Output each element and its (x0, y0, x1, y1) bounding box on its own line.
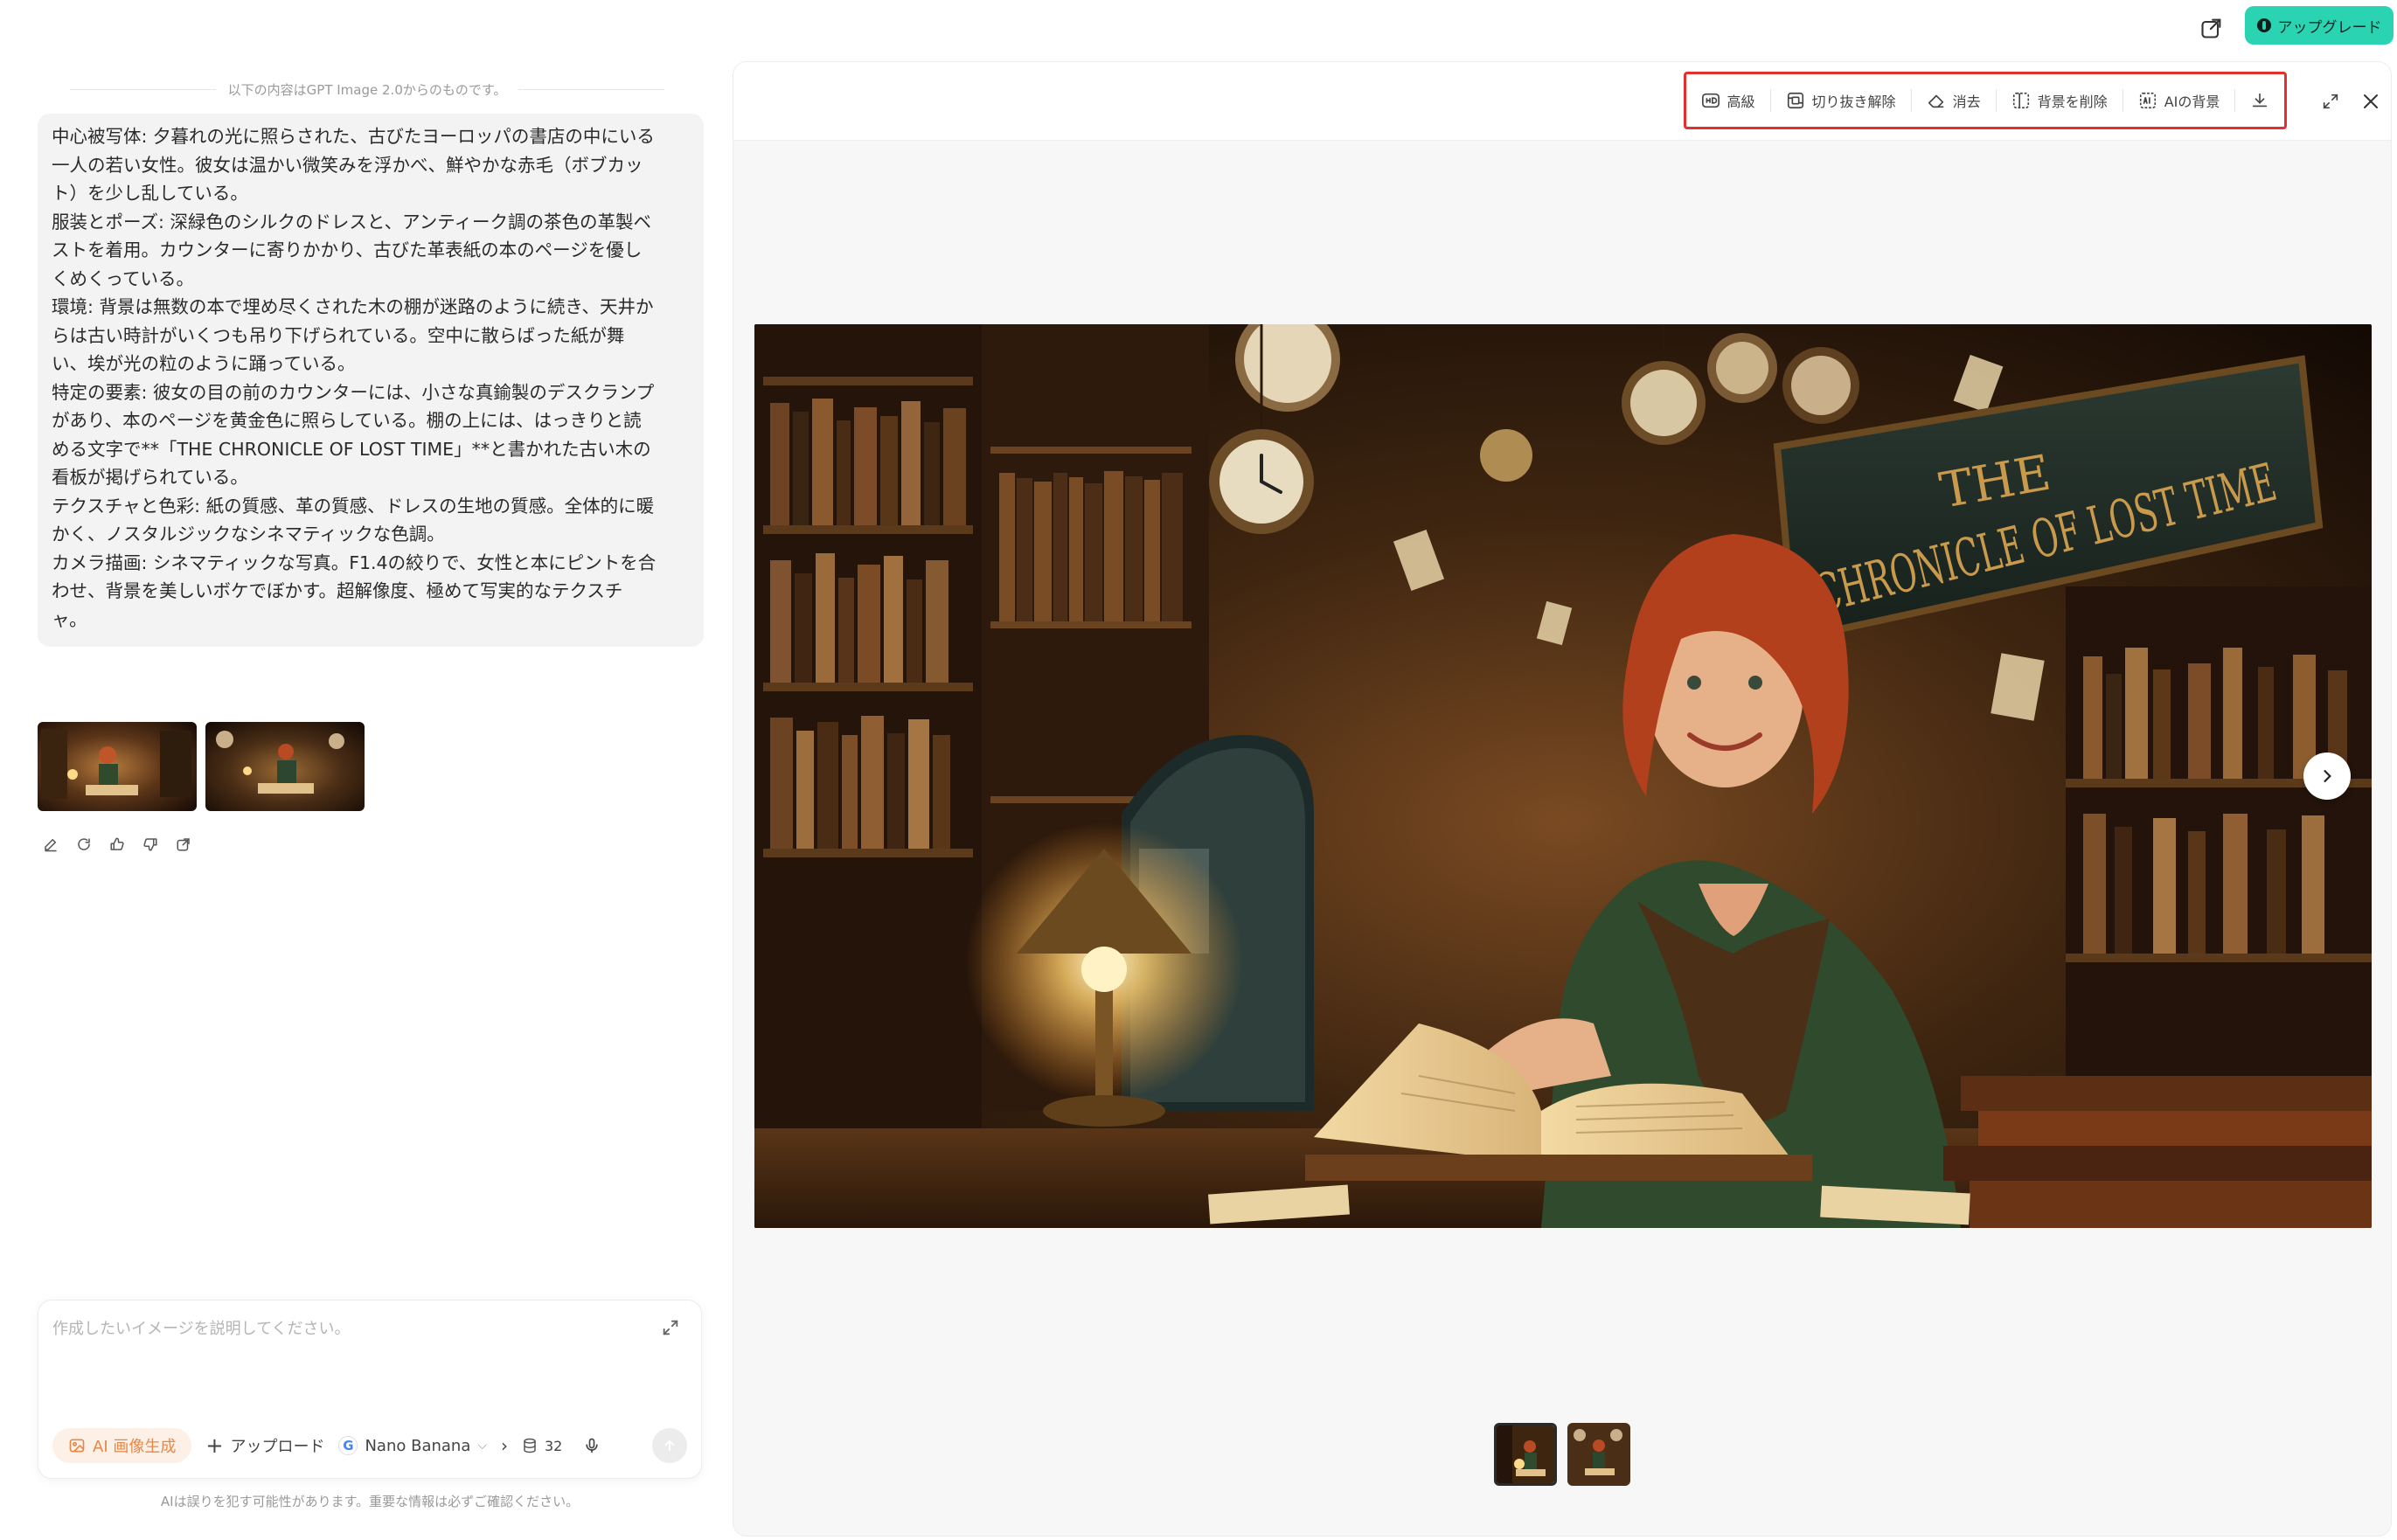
ai-image-generation-label: AI 画像生成 (93, 1438, 177, 1456)
prompt-line: 看板が掲げられている。 (52, 467, 248, 488)
uncrop-icon (1787, 92, 1803, 109)
plus-icon: + (205, 1433, 224, 1458)
ai-background-label: AIの背景 (2164, 94, 2220, 110)
chevron-down-icon: ⌵ (477, 1439, 487, 1453)
fullscreen-icon[interactable] (2317, 88, 2344, 114)
microphone-icon (586, 1438, 599, 1453)
remove-background-button[interactable]: 背景を削除 (2011, 90, 2108, 111)
preview-toolbar: 高級 切り抜き解除 消去 背景を削除 AIの背景 (733, 62, 2391, 141)
message-actions (42, 836, 192, 853)
edit-icon[interactable] (42, 836, 59, 853)
generated-image: THE CHRONICLE OF LOST TIME (754, 324, 2372, 1228)
share-icon[interactable] (2194, 10, 2229, 45)
regenerate-icon[interactable] (75, 836, 93, 853)
image-preview-panel: 高級 切り抜き解除 消去 背景を削除 AIの背景 THE CHRONICLE O… (733, 61, 2392, 1537)
arrow-up-icon (664, 1439, 675, 1452)
upgrade-icon (2256, 18, 2271, 32)
divider (1995, 89, 1997, 112)
thumbnail-1[interactable] (1494, 1423, 1557, 1486)
expand-icon[interactable] (661, 1318, 684, 1341)
prompt-line: カメラ描画: シネマティックな写真。F1.4の絞りで、女性と本にピントを合 (52, 551, 657, 573)
credits-count: 32 (544, 1437, 563, 1454)
divider (1769, 89, 1771, 112)
expand-options-button[interactable]: › (501, 1435, 508, 1456)
send-button[interactable] (652, 1428, 687, 1463)
prompt-line: める文字で**「THE CHRONICLE OF LOST TIME」**と書か… (52, 438, 651, 460)
disclaimer: AIは誤りを犯す可能性があります。重要な情報は必ずご確認ください。 (160, 1494, 580, 1509)
erase-label: 消去 (1952, 94, 1981, 110)
prompt-line: かく、ノスタルジックなシネマティックな色調。 (52, 524, 445, 545)
bookshelf-left (754, 324, 982, 1228)
ai-background-button[interactable]: AIの背景 (2138, 90, 2220, 111)
erase-button[interactable]: 消去 (1927, 90, 1981, 111)
result-thumbnail[interactable] (38, 722, 197, 811)
chat-panel: 以下の内容はGPT Image 2.0からのものです。 中心被写体: 夕暮れの光… (0, 0, 726, 1540)
stacked-books (1943, 1076, 2372, 1228)
prompt-line: くめくっている。 (52, 267, 194, 289)
image-thumbnails (1494, 1423, 1630, 1486)
source-note: 以下の内容はGPT Image 2.0からのものです。 (70, 80, 665, 99)
model-label: Nano Banana (365, 1436, 471, 1455)
upload-label: アップロード (230, 1438, 325, 1456)
prompt-line: ャ。 (52, 608, 87, 630)
share-icon[interactable] (175, 836, 192, 853)
prompt-input[interactable] (52, 1311, 629, 1346)
thumbnail-2[interactable] (1567, 1423, 1630, 1486)
prompt-line: わせ、背景を美しいボケでぼかす。超解像度、極めて写実的なテクスチ (52, 580, 623, 601)
chevron-right-icon: › (500, 1435, 508, 1456)
composer-toolbar: AI 画像生成 + アップロード G Nano Banana ⌵ › 32 (52, 1428, 687, 1463)
divider (2234, 89, 2236, 112)
prompt-line: 特定の要素: 彼女の目の前のカウンターには、小さな真鍮製のデスクランプ (52, 381, 655, 403)
chevron-right-icon (2324, 770, 2331, 782)
microphone-button[interactable] (583, 1437, 601, 1454)
uncrop-button[interactable]: 切り抜き解除 (1786, 90, 1896, 111)
credits-indicator: 32 (522, 1438, 562, 1454)
prompt-line: い、埃が光の粒のように踊っている。 (52, 353, 356, 374)
remove-background-label: 背景を削除 (2037, 94, 2108, 110)
prompt-line: テクスチャと色彩: 紙の質感、革の質感、ドレスの生地の質感。全体的に暖 (52, 495, 655, 517)
remove-background-icon (2012, 92, 2029, 109)
edit-tools-group: 高級 切り抜き解除 消去 背景を削除 AIの背景 (1684, 72, 2287, 129)
model-selector[interactable]: G Nano Banana ⌵ (338, 1436, 487, 1455)
google-logo-icon: G (338, 1436, 358, 1455)
prompt-line: ト）を少し乱している。 (52, 183, 248, 204)
ai-image-generation-button[interactable]: AI 画像生成 (52, 1428, 192, 1463)
hd-icon (1701, 93, 1720, 108)
divider (518, 89, 665, 90)
upgrade-button[interactable]: アップグレード (2245, 6, 2394, 45)
thumbs-up-icon[interactable] (108, 836, 126, 853)
upload-button[interactable]: + アップロード (205, 1434, 324, 1457)
uncrop-label: 切り抜き解除 (1811, 94, 1896, 110)
result-thumbnails (38, 722, 365, 811)
hd-label: 高級 (1727, 94, 1755, 110)
prompt-line: 服装とポーズ: 深緑色のシルクのドレスと、アンティーク調の茶色の革製ベ (52, 211, 652, 232)
eraser-icon (1928, 94, 1943, 108)
database-icon (524, 1438, 536, 1453)
image-icon (69, 1439, 85, 1453)
prompt-message: 中心被写体: 夕暮れの光に照らされた、古びたヨーロッパの書店の中にいる 一人の若… (38, 114, 704, 647)
source-note-text: 以下の内容はGPT Image 2.0からのものです。 (227, 82, 507, 98)
prompt-line: 一人の若い女性。彼女は温かい微笑みを浮かべ、鮮やかな赤毛（ボブカッ (52, 154, 643, 176)
prompt-line: ストを着用。カウンターに寄りかかり、古びた革表紙の本のページを優し (52, 239, 643, 260)
divider (1910, 89, 1912, 112)
upgrade-label: アップグレード (2277, 18, 2382, 37)
close-icon[interactable] (2358, 88, 2384, 114)
prompt-line: があり、本のページを黄金色に照らしている。棚の上には、はっきりと読 (52, 410, 642, 431)
thumbs-down-icon[interactable] (142, 836, 159, 853)
prompt-line: 環境: 背景は無数の本で埋め尽くされた木の棚が迷路のように続き、天井か (52, 296, 654, 317)
prompt-composer: AI 画像生成 + アップロード G Nano Banana ⌵ › 32 (38, 1300, 702, 1479)
hd-button[interactable]: 高級 (1701, 90, 1755, 111)
result-thumbnail[interactable] (205, 722, 365, 811)
next-image-button[interactable] (2303, 753, 2351, 800)
download-button[interactable] (2250, 91, 2269, 110)
divider (70, 89, 216, 90)
prompt-line: らは古い時計がいくつも吊り下げられている。空中に散らばった紙が舞 (52, 324, 625, 346)
download-icon (2253, 93, 2268, 108)
prompt-line: 中心被写体: 夕暮れの光に照らされた、古びたヨーロッパの書店の中にいる (52, 126, 655, 147)
ai-background-icon (2139, 92, 2156, 109)
